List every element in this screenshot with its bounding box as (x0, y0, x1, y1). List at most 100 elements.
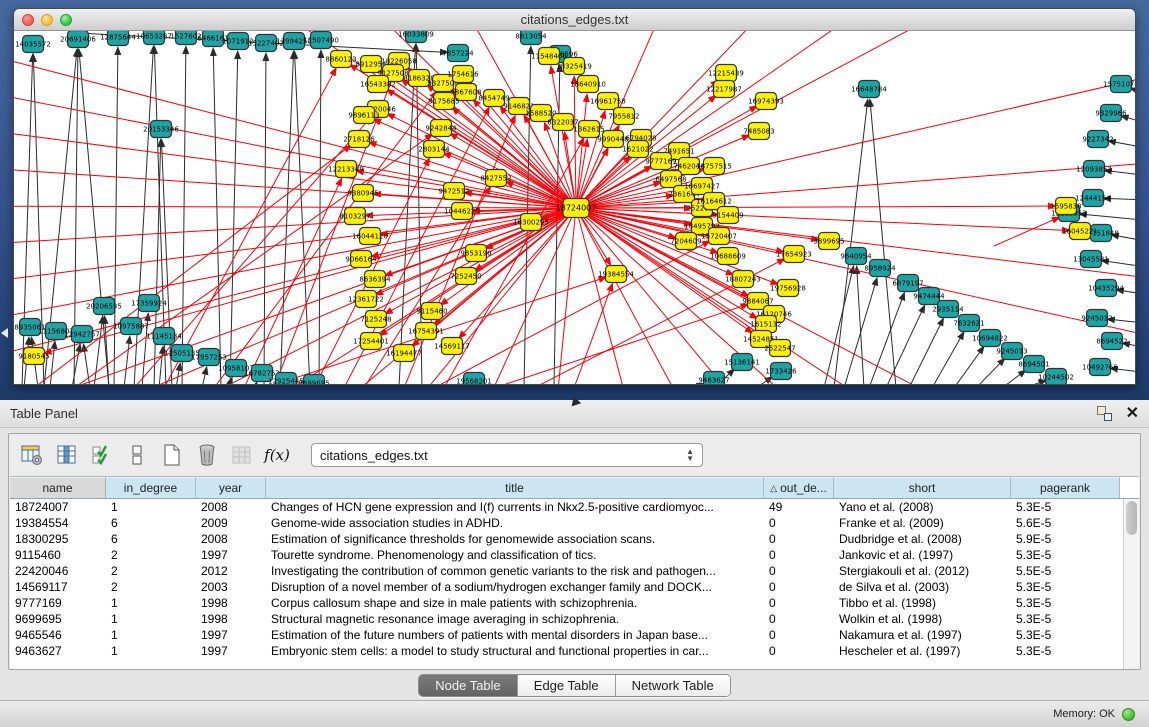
cell-year[interactable]: 2008 (196, 531, 266, 547)
table-row[interactable]: 1830029562008Estimation of significance … (10, 531, 1123, 547)
graph-edge[interactable] (176, 364, 180, 385)
close-panel-icon[interactable]: ✕ (1126, 407, 1139, 421)
cell-name[interactable]: 19384554 (10, 515, 106, 531)
column-header-short[interactable]: short (834, 477, 1011, 498)
graph-edge[interactable] (264, 54, 266, 385)
graph-edge[interactable] (954, 347, 984, 385)
cell-pagerank[interactable]: 5.3E-5 (1011, 595, 1120, 611)
cell-in-degree[interactable]: 1 (106, 611, 196, 627)
column-header-pagerank[interactable]: pagerank (1011, 477, 1120, 498)
graph-node[interactable]: 9066164 (345, 251, 377, 268)
graph-node[interactable]: 9699695 (298, 375, 329, 386)
graph-node[interactable]: 7857224 (442, 45, 474, 62)
cell-title[interactable]: Tourette syndrome. Phenomenology and cla… (266, 547, 764, 563)
graph-node[interactable]: 19756928 (770, 280, 806, 297)
cell-pagerank[interactable]: 5.3E-5 (1011, 579, 1120, 595)
graph-edge[interactable] (824, 267, 853, 385)
graph-node[interactable]: 10446225 (444, 203, 480, 220)
cell-year[interactable]: 2012 (196, 563, 266, 579)
graph-edge[interactable] (994, 217, 1059, 246)
graph-node[interactable]: 2718126 (343, 131, 375, 148)
cell-year[interactable]: 1997 (196, 627, 266, 643)
graph-edge[interactable] (576, 208, 1069, 230)
graph-node[interactable]: 10688609 (710, 248, 746, 265)
cell-title[interactable]: Genome-wide association studies in ADHD. (266, 515, 764, 531)
graph-node[interactable]: 16974393 (748, 93, 784, 110)
graph-edge[interactable] (574, 284, 612, 385)
column-header-title[interactable]: title (266, 477, 764, 498)
graph-node[interactable]: 8694501 (1018, 356, 1049, 373)
cell-short[interactable]: Dudbridge et al. (2008) (834, 531, 1011, 547)
graph-node[interactable]: 10975887 (113, 318, 149, 335)
graph-edge[interactable] (254, 383, 257, 385)
graph-edge[interactable] (844, 279, 877, 385)
column-header-name[interactable]: name (10, 477, 106, 498)
tab-node-table[interactable]: Node Table (419, 675, 518, 696)
panel-collapse-arrow-icon[interactable] (1, 328, 8, 338)
cell-short[interactable]: Stergiakouli et al. (2012) (834, 563, 1011, 579)
graph-edge[interactable] (244, 179, 341, 385)
graph-edge[interactable] (14, 208, 576, 246)
cell-in-degree[interactable]: 1 (106, 627, 196, 643)
graph-edge[interactable] (319, 51, 321, 385)
column-header-year[interactable]: year (196, 477, 266, 498)
cell-out-de-[interactable]: 0 (764, 643, 834, 659)
cell-short[interactable]: Wolkin et al. (1998) (834, 611, 1011, 627)
cell-out-de-[interactable]: 0 (764, 579, 834, 595)
graph-edge[interactable] (554, 208, 576, 385)
graph-node[interactable]: 9380945 (347, 185, 378, 202)
graph-edge[interactable] (14, 206, 576, 208)
network-view[interactable]: 1403557220691406128756441065328715276026… (14, 31, 1136, 385)
cell-year[interactable]: 1997 (196, 547, 266, 563)
cell-name[interactable]: 18300295 (10, 531, 106, 547)
graph-edge[interactable] (164, 69, 336, 385)
table-row[interactable]: 2242004622012Investigating the contribut… (10, 563, 1123, 579)
cell-out-de-[interactable]: 0 (764, 531, 834, 547)
function-builder-icon[interactable]: f(x) (264, 442, 290, 468)
cell-in-degree[interactable]: 2 (106, 579, 196, 595)
graph-edge[interactable] (388, 114, 576, 208)
cell-title[interactable]: Structural magnetic resonance image aver… (266, 611, 764, 627)
column-header-in-degree[interactable]: in_degree (106, 477, 196, 498)
graph-node[interactable]: 9245033 (996, 343, 1027, 360)
table-selector-dropdown[interactable]: citations_edges.txt ▲▼ (311, 443, 703, 467)
graph-edge[interactable] (976, 359, 1004, 385)
graph-edge[interactable] (932, 333, 964, 385)
graph-edge[interactable] (576, 208, 1136, 341)
float-panel-icon[interactable] (1097, 406, 1112, 421)
graph-edge[interactable] (574, 77, 576, 208)
graph-node[interactable]: 17254401 (353, 333, 389, 350)
graph-node[interactable]: 10653287 (136, 31, 172, 45)
graph-edge[interactable] (450, 134, 576, 208)
graph-node[interactable]: 7485083 (743, 123, 774, 140)
graph-edge[interactable] (182, 47, 186, 385)
table-row[interactable]: 1872400712008Changes of HCN gene express… (10, 499, 1123, 515)
graph-edge[interactable] (214, 92, 436, 385)
graph-edge[interactable] (870, 100, 896, 385)
table-row[interactable]: 1456911722003Disruption of a novel membe… (10, 579, 1123, 595)
graph-node[interactable]: 16044120 (352, 228, 388, 245)
graph-node[interactable]: 10492766 (1082, 359, 1118, 376)
graph-node[interactable]: 16033809 (398, 31, 434, 43)
graph-edge[interactable] (576, 206, 1055, 208)
tab-edge-table[interactable]: Edge Table (518, 675, 616, 696)
cell-short[interactable]: Franke et al. (2009) (834, 515, 1011, 531)
cell-pagerank[interactable]: 5.5E-5 (1011, 563, 1120, 579)
cell-year[interactable]: 2008 (196, 499, 266, 515)
cell-short[interactable]: Yano et al. (2008) (834, 499, 1011, 515)
cell-pagerank[interactable]: 5.3E-5 (1011, 627, 1120, 643)
cell-title[interactable]: Changes of HCN gene expression and I(f) … (266, 499, 764, 515)
cell-name[interactable]: 9115460 (10, 547, 106, 563)
cell-title[interactable]: Embryonic stem cells: a model to study s… (266, 643, 764, 659)
cell-pagerank[interactable]: 5.3E-5 (1011, 547, 1120, 563)
cell-title[interactable]: Estimation of significance thresholds fo… (266, 531, 764, 547)
graph-node[interactable]: 12217987 (706, 81, 742, 98)
cell-pagerank[interactable]: 5.3E-5 (1011, 499, 1120, 515)
column-visibility-icon[interactable] (54, 442, 80, 468)
graph-edge[interactable] (1131, 88, 1136, 106)
graph-edge[interactable] (1080, 214, 1136, 223)
table-row[interactable]: 911546021997Tourette syndrome. Phenomeno… (10, 547, 1123, 563)
cell-out-de-[interactable]: 0 (764, 611, 834, 627)
graph-edge[interactable] (154, 140, 161, 385)
graph-node[interactable]: 2935114 (932, 301, 964, 318)
